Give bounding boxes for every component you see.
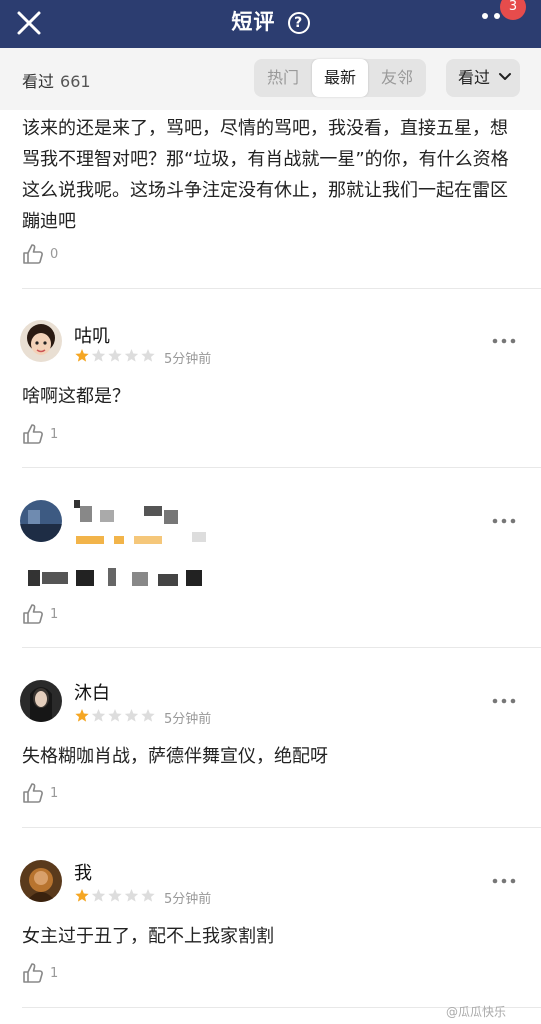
seen-filter-dropdown[interactable]: 看过 [446, 59, 520, 97]
star-icon [75, 889, 89, 902]
seen-count: 看过 661 [22, 68, 91, 92]
more-options-icon[interactable] [481, 12, 503, 20]
like-count: 1 [50, 966, 59, 981]
divider [22, 288, 541, 289]
review-time: 5分钟前 [164, 712, 212, 727]
avatar[interactable] [20, 320, 62, 362]
like-count: 1 [50, 427, 59, 442]
obscured-username [74, 500, 184, 526]
like-count: 0 [50, 247, 59, 262]
sort-tabs: 热门 最新 友邻 [254, 59, 426, 97]
divider [22, 467, 541, 468]
filter-bar: 看过 661 热门 最新 友邻 看过 [0, 48, 541, 110]
review-text: 该来的还是来了，骂吧，尽情的骂吧，我没看，直接五星，想骂我不理智对吧？那“垃圾，… [22, 118, 509, 232]
top-bar: 短评 ? 3 [0, 0, 541, 48]
star-icon [75, 349, 89, 362]
seen-label: 看过 [22, 72, 55, 91]
review-text: 女主过于丑了，配不上我家割割 [22, 926, 274, 947]
thumbs-up-icon [23, 424, 43, 444]
star-icon [141, 349, 155, 362]
username[interactable]: 沐白 [74, 679, 110, 705]
review-text: 失格糊咖肖战，萨德伴舞宣仪，绝配呀 [22, 746, 328, 767]
question-circle-icon[interactable]: ? [287, 12, 310, 34]
username[interactable]: 我 [74, 859, 92, 885]
page-title-text: 短评 [231, 10, 276, 34]
star-icon [141, 889, 155, 902]
star-icon [124, 349, 139, 362]
like-count: 1 [50, 786, 59, 801]
more-options-icon[interactable] [492, 518, 516, 524]
star-rating [75, 889, 155, 902]
star-icon [141, 709, 155, 722]
chevron-down-icon [499, 73, 511, 80]
star-rating [75, 349, 155, 362]
star-icon [91, 709, 106, 722]
obscured-rating-time [74, 532, 214, 548]
star-icon [91, 889, 106, 902]
star-icon [75, 709, 89, 722]
avatar[interactable] [20, 680, 62, 722]
review-text: 啥啊这都是？ [22, 386, 130, 407]
star-icon [108, 709, 122, 722]
star-rating [75, 709, 155, 722]
avatar[interactable] [20, 500, 62, 542]
like-count: 1 [50, 607, 59, 622]
thumbs-up-icon [23, 783, 43, 803]
thumbs-up-icon [23, 604, 43, 624]
star-icon [108, 889, 122, 902]
star-icon [108, 349, 122, 362]
tab-hot[interactable]: 热门 [254, 59, 312, 97]
tab-friends[interactable]: 友邻 [368, 59, 426, 97]
more-options-icon[interactable] [492, 878, 516, 884]
tab-latest[interactable]: 最新 [312, 59, 368, 97]
username[interactable]: 咕叽 [74, 322, 110, 348]
star-icon [91, 349, 106, 362]
star-icon [124, 889, 139, 902]
obscured-review-text [28, 568, 208, 588]
page-title: 短评 ? [0, 6, 541, 36]
more-options-icon[interactable] [492, 338, 516, 344]
review-time: 5分钟前 [164, 352, 212, 367]
avatar[interactable] [20, 860, 62, 902]
star-icon [124, 709, 139, 722]
more-options-icon[interactable] [492, 698, 516, 704]
review-time: 5分钟前 [164, 892, 212, 907]
watermark: @瓜瓜快乐 [446, 1005, 507, 1019]
divider [22, 827, 541, 828]
thumbs-up-icon [23, 244, 43, 264]
divider [22, 647, 541, 648]
seen-number: 661 [60, 72, 91, 91]
thumbs-up-icon [23, 963, 43, 983]
seen-filter-label: 看过 [458, 68, 491, 87]
